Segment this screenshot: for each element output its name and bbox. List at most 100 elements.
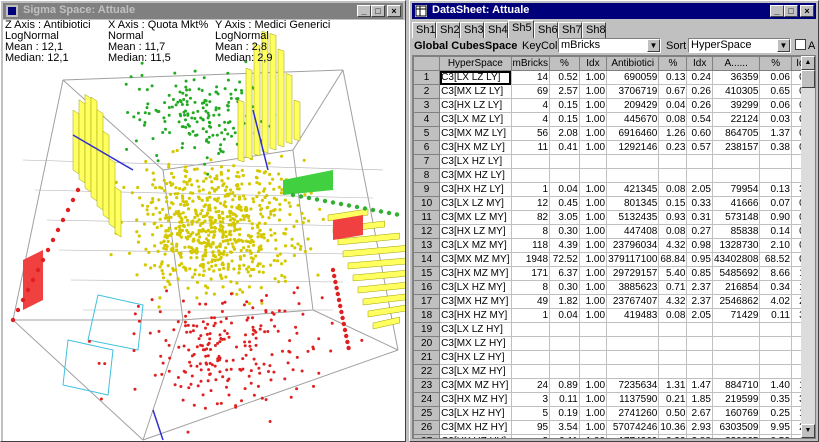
row-header[interactable]: 2 [413, 84, 441, 99]
table-cell[interactable]: 6916460 [606, 126, 660, 141]
column-header[interactable]: % [658, 56, 688, 71]
table-cell[interactable]: 4 [510, 98, 551, 113]
row-header[interactable]: 24 [413, 392, 441, 407]
table-cell[interactable] [711, 350, 761, 365]
table-cell[interactable]: 1.31 [658, 378, 688, 393]
table-cell[interactable]: 1292146 [606, 140, 660, 155]
table-cell[interactable]: 1328730 [711, 238, 761, 253]
table-cell[interactable]: 0.11 [549, 434, 580, 438]
table-cell[interactable] [510, 168, 551, 183]
table-cell[interactable] [686, 154, 713, 169]
table-cell[interactable]: 39299 [711, 98, 761, 113]
scroll-down-icon[interactable]: ▼ [801, 424, 815, 438]
row-header[interactable]: 21 [413, 350, 441, 365]
table-cell[interactable]: 6.37 [549, 266, 580, 281]
table-cell[interactable]: C3[MX HZ LY] [439, 168, 512, 183]
table-cell[interactable]: 0.52 [549, 70, 580, 85]
table-cell[interactable] [606, 364, 660, 379]
table-cell[interactable]: 0.26 [686, 98, 713, 113]
table-cell[interactable]: 2741260 [606, 406, 660, 421]
table-cell[interactable] [578, 168, 608, 183]
table-cell[interactable]: 8.66 [759, 266, 792, 281]
table-cell[interactable]: 0.27 [686, 224, 713, 239]
table-cell[interactable]: 0.90 [759, 210, 792, 225]
table-cell[interactable]: 0.57 [686, 140, 713, 155]
table-cell[interactable]: 0.30 [549, 280, 580, 295]
tab-sh4[interactable]: Sh4 [484, 22, 508, 38]
row-header[interactable]: 10 [413, 196, 441, 211]
table-cell[interactable]: 1.00 [578, 252, 608, 267]
column-header[interactable]: Idx [578, 56, 608, 71]
table-cell[interactable]: 0.08 [658, 224, 688, 239]
table-cell[interactable] [658, 322, 688, 337]
table-cell[interactable]: 0.41 [549, 140, 580, 155]
row-header[interactable]: 15 [413, 266, 441, 281]
table-cell[interactable]: 5132435 [606, 210, 660, 225]
table-cell[interactable]: 2.37 [686, 294, 713, 309]
table-cell[interactable]: 8 [510, 224, 551, 239]
table-cell[interactable]: 0.13 [759, 182, 792, 197]
table-cell[interactable]: 0.06 [759, 70, 792, 85]
table-cell[interactable]: 0.89 [549, 378, 580, 393]
row-header[interactable]: 16 [413, 280, 441, 295]
row-header[interactable]: 13 [413, 238, 441, 253]
table-cell[interactable]: 68.84 [658, 252, 688, 267]
table-cell[interactable]: 2.05 [686, 308, 713, 323]
table-cell[interactable]: C3[HX LZ MY] [439, 224, 512, 239]
table-cell[interactable]: 79954 [711, 182, 761, 197]
table-cell[interactable]: 2.05 [686, 182, 713, 197]
table-cell[interactable]: 884710 [711, 378, 761, 393]
table-cell[interactable]: 0.24 [686, 70, 713, 85]
row-header[interactable]: 23 [413, 378, 441, 393]
table-cell[interactable]: 0.67 [658, 84, 688, 99]
table-cell[interactable]: 0.38 [759, 140, 792, 155]
table-cell[interactable]: 864705 [711, 126, 761, 141]
table-cell[interactable]: 1.85 [686, 392, 713, 407]
row-header[interactable]: 6 [413, 140, 441, 155]
table-cell[interactable] [686, 350, 713, 365]
table-cell[interactable] [549, 336, 580, 351]
chevron-down-icon[interactable]: ▼ [777, 39, 790, 52]
table-cell[interactable]: 1.00 [578, 210, 608, 225]
table-cell[interactable]: 2.57 [549, 84, 580, 99]
table-cell[interactable]: 68.52 [759, 252, 792, 267]
table-cell[interactable]: 0.71 [658, 280, 688, 295]
table-cell[interactable]: 8 [510, 280, 551, 295]
table-cell[interactable] [549, 350, 580, 365]
row-header[interactable]: 12 [413, 224, 441, 239]
table-cell[interactable]: 7235634 [606, 378, 660, 393]
table-cell[interactable]: 0.26 [686, 84, 713, 99]
column-header[interactable]: A...... [711, 56, 761, 71]
table-cell[interactable]: C3[LX LZ MY] [439, 196, 512, 211]
table-cell[interactable]: 1.37 [759, 126, 792, 141]
table-cell[interactable]: 0.11 [549, 392, 580, 407]
tab-sh5[interactable]: Sh5 [508, 20, 534, 38]
table-cell[interactable]: 23796034 [606, 238, 660, 253]
table-cell[interactable]: 1.00 [578, 182, 608, 197]
table-cell[interactable]: 238157 [711, 140, 761, 155]
table-cell[interactable]: 447408 [606, 224, 660, 239]
table-cell[interactable]: 3.54 [549, 420, 580, 435]
table-cell[interactable]: 0.98 [686, 238, 713, 253]
table-cell[interactable]: 573148 [711, 210, 761, 225]
sigma-3d-plot[interactable]: Z Axis : Antibiotici LogNormal Mean : 12… [3, 20, 405, 441]
table-cell[interactable]: 1.00 [578, 112, 608, 127]
data-grid[interactable]: HyperSpace mBricks% Idx Antibiotici% Idx A...… [412, 55, 816, 439]
table-cell[interactable]: 216854 [711, 280, 761, 295]
table-cell[interactable] [658, 336, 688, 351]
scroll-thumb[interactable] [801, 70, 815, 88]
table-cell[interactable]: 4 [510, 112, 551, 127]
row-header[interactable]: 1 [413, 70, 441, 85]
table-cell[interactable]: 36359 [711, 70, 761, 85]
table-cell[interactable]: 0.15 [549, 98, 580, 113]
table-cell[interactable]: 1.00 [578, 140, 608, 155]
table-cell[interactable]: 0.32 [658, 434, 688, 438]
table-cell[interactable]: C3[LX HZ LY] [439, 154, 512, 169]
vertical-scrollbar[interactable]: ▲ ▼ [801, 56, 815, 438]
table-cell[interactable]: 445670 [606, 112, 660, 127]
table-cell[interactable]: 23767407 [606, 294, 660, 309]
table-cell[interactable]: 171 [510, 266, 551, 281]
table-cell[interactable]: 0.04 [549, 182, 580, 197]
table-cell[interactable] [658, 154, 688, 169]
table-cell[interactable]: 5 [510, 406, 551, 421]
